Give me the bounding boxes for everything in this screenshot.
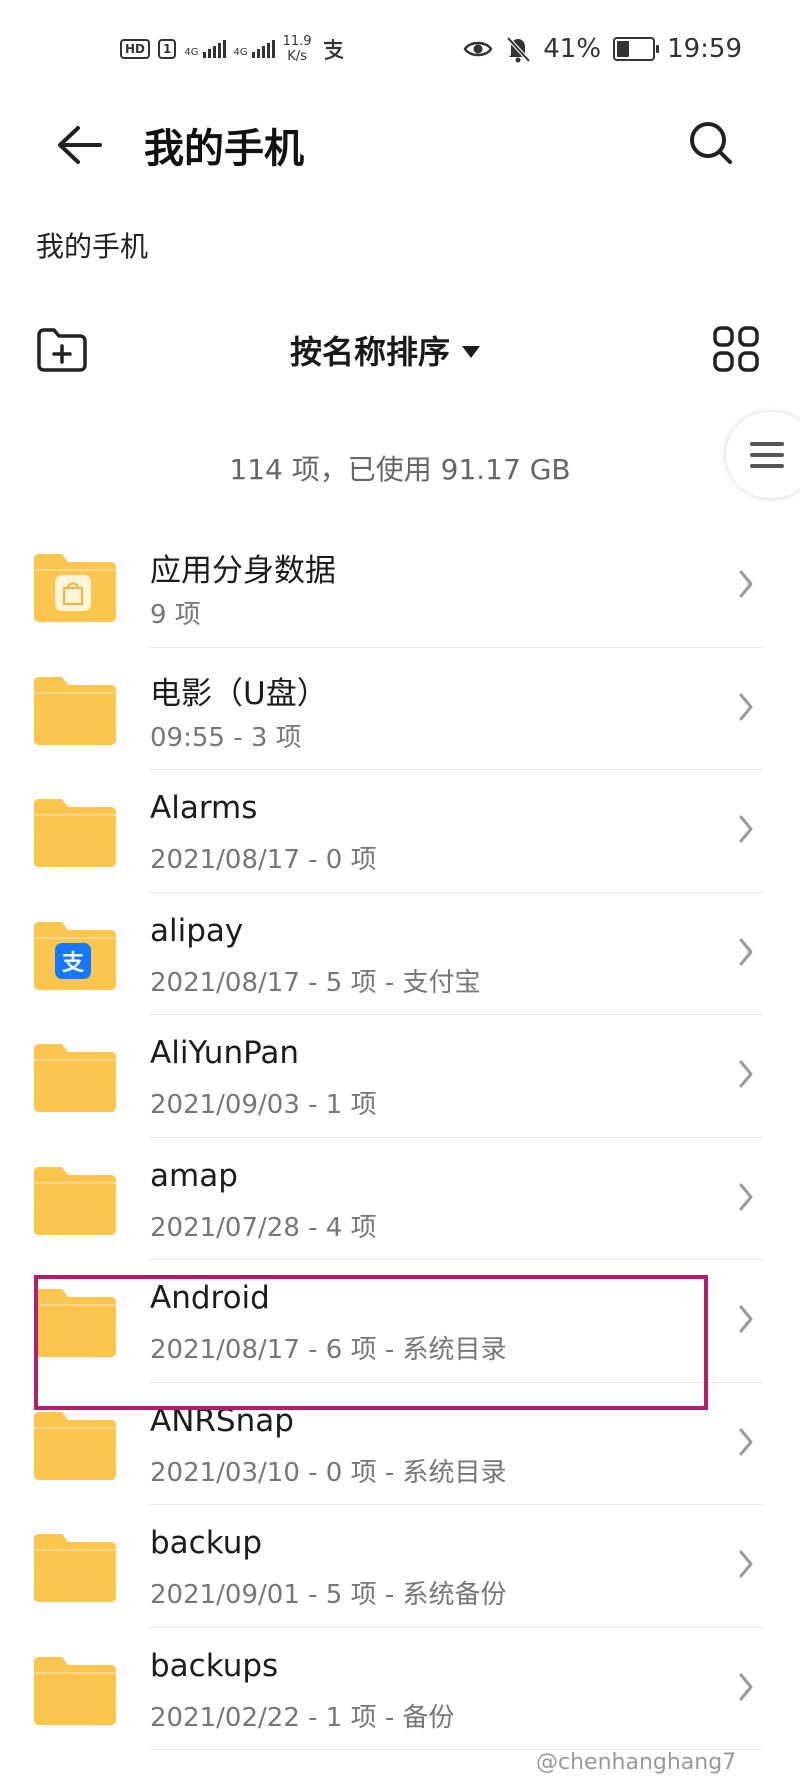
folder-meta: 09:55 - 3 项 bbox=[150, 722, 302, 753]
folder-row[interactable]: ANRSnap 2021/03/10 - 0 项 - 系统目录 bbox=[0, 1383, 800, 1505]
hd-indicator: HD bbox=[120, 39, 151, 59]
status-right: 41% 19:59 bbox=[463, 34, 742, 64]
folder-icon bbox=[34, 799, 116, 867]
folder-row[interactable]: 应用分身数据 9 项 bbox=[0, 525, 800, 648]
folder-meta: 9 项 bbox=[150, 600, 201, 630]
folder-row[interactable]: backup 2021/09/01 - 5 项 - 系统备份 bbox=[0, 1505, 800, 1628]
battery-percent: 41% bbox=[543, 34, 602, 64]
folder-name: alipay bbox=[150, 912, 244, 949]
folder-meta: 2021/08/17 - 0 项 bbox=[150, 845, 377, 875]
caret-down-icon bbox=[462, 346, 481, 358]
new-folder-icon[interactable] bbox=[36, 327, 88, 373]
alipay-icon: 支 bbox=[55, 942, 91, 979]
folder-name: ANRSnap bbox=[150, 1402, 294, 1439]
signal-icon: 4G bbox=[184, 40, 226, 58]
chevron-right-icon bbox=[739, 570, 753, 598]
alipay-notification-icon bbox=[323, 39, 343, 61]
folder-icon bbox=[34, 1656, 116, 1725]
file-list: 应用分身数据 9 项电影（U盘） 09:55 - 3 项 Alarms 2021/08/… bbox=[0, 525, 800, 1750]
sort-label: 按名称排序 bbox=[290, 333, 451, 371]
watermark: @chenhanghang7 bbox=[536, 1750, 737, 1775]
status-bar: HD 1 4G 4G 11.9 K/s 41% 19:59 bbox=[0, 0, 800, 100]
chevron-right-icon bbox=[739, 1183, 753, 1210]
search-icon[interactable] bbox=[684, 116, 740, 172]
sim-indicator: 1 bbox=[158, 39, 177, 59]
eye-icon bbox=[463, 41, 493, 57]
page-title: 我的手机 bbox=[144, 126, 304, 172]
folder-row[interactable]: amap 2021/07/28 - 4 项 bbox=[0, 1138, 800, 1260]
signal-icon: 4G bbox=[234, 40, 275, 58]
bell-off-icon bbox=[506, 36, 531, 63]
app-bar: 我的手机 bbox=[0, 100, 800, 190]
sort-dropdown[interactable]: 按名称排序 bbox=[290, 327, 481, 373]
chevron-right-icon bbox=[739, 693, 753, 720]
folder-row[interactable]: 支 alipay 2021/08/17 - 5 项 - 支付宝 bbox=[0, 893, 800, 1015]
chevron-right-icon bbox=[739, 1305, 753, 1333]
folder-name: AliYunPan bbox=[150, 1035, 300, 1071]
network-speed: 11.9 K/s bbox=[283, 34, 312, 64]
folder-row[interactable]: Alarms 2021/08/17 - 0 项 bbox=[0, 770, 800, 893]
folder-name: Alarms bbox=[150, 790, 258, 826]
folder-icon bbox=[34, 1534, 116, 1602]
speed-value: 11.9 bbox=[282, 34, 312, 49]
folder-icon bbox=[34, 1044, 116, 1112]
folder-row[interactable]: backups 2021/02/22 - 1 项 - 备份 bbox=[0, 1628, 800, 1750]
battery-icon bbox=[613, 37, 660, 61]
status-left: HD 1 4G 4G 11.9 K/s bbox=[120, 34, 346, 64]
clock: 19:59 bbox=[667, 34, 742, 64]
folder-icon bbox=[34, 676, 116, 745]
toolbar: 按名称排序 bbox=[0, 315, 800, 385]
folder-icon bbox=[34, 1411, 116, 1480]
breadcrumb[interactable]: 我的手机 bbox=[36, 225, 148, 265]
chevron-right-icon bbox=[739, 1550, 753, 1578]
folder-name: 应用分身数据 bbox=[150, 553, 336, 589]
network-type-2: 4G bbox=[233, 47, 248, 58]
grid-view-icon[interactable] bbox=[712, 325, 760, 373]
chevron-right-icon bbox=[739, 1673, 753, 1700]
chevron-right-icon bbox=[739, 815, 753, 843]
folder-meta: 2021/08/17 - 5 项 - 支付宝 bbox=[150, 967, 481, 998]
folder-row[interactable]: Android 2021/08/17 - 6 项 - 系统目录 bbox=[0, 1260, 800, 1383]
chevron-right-icon bbox=[739, 1060, 753, 1088]
folder-meta: 2021/09/03 - 1 项 bbox=[150, 1090, 377, 1120]
folder-name: amap bbox=[150, 1157, 238, 1194]
folder-name: backups bbox=[150, 1647, 279, 1684]
folder-meta: 2021/09/01 - 5 项 - 系统备份 bbox=[150, 1580, 507, 1610]
folder-meta: 2021/08/17 - 6 项 - 系统目录 bbox=[150, 1335, 507, 1365]
folder-name: backup bbox=[150, 1525, 263, 1561]
network-type-1: 4G bbox=[184, 47, 199, 58]
shopping-bag-icon bbox=[55, 575, 91, 611]
folder-name: 电影（U盘） bbox=[150, 675, 328, 712]
folder-meta: 2021/07/28 - 4 项 bbox=[150, 1212, 377, 1243]
folder-name: Android bbox=[150, 1280, 270, 1316]
chevron-right-icon bbox=[739, 938, 753, 965]
folder-row[interactable]: 电影（U盘） 09:55 - 3 项 bbox=[0, 648, 800, 770]
storage-summary: 114 项，已使用 91.17 GB bbox=[229, 453, 571, 486]
folder-meta: 2021/02/22 - 1 项 - 备份 bbox=[150, 1702, 455, 1733]
chevron-right-icon bbox=[739, 1428, 753, 1455]
speed-unit: K/s bbox=[287, 49, 307, 64]
back-arrow-icon[interactable] bbox=[48, 120, 108, 170]
folder-icon bbox=[34, 1166, 116, 1235]
folder-row[interactable]: AliYunPan 2021/09/03 - 1 项 bbox=[0, 1015, 800, 1138]
folder-meta: 2021/03/10 - 0 项 - 系统目录 bbox=[150, 1457, 507, 1488]
folder-icon bbox=[34, 1289, 116, 1357]
